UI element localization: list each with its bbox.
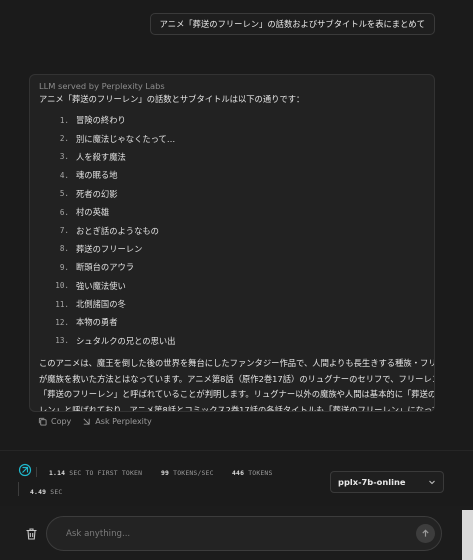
episode-title: 村の英雄 [76,207,110,218]
episode-item: 5. 死者の幻影 [39,185,425,203]
stat-separator [36,467,37,477]
summary-line: 「葬送のフリーレン」と呼ばれていることが判明します。リュグナー以外の魔族や人間は… [39,389,435,400]
model-select-value: pplx-7b-online [338,477,406,487]
episode-item: 9. 断頭台のアウラ [39,258,425,276]
episode-title: 魂の眠る地 [76,170,118,181]
episode-item: 8. 葬送のフリーレン [39,240,425,258]
stat-tokens-per-sec: 99 TOKENS/SEC [161,469,214,477]
episode-title: 本物の勇者 [76,317,118,328]
chevron-down-icon [429,480,435,485]
stat-value: 4.49 [30,488,47,496]
episode-item: 7. おとぎ話のようなもの [39,221,425,239]
episode-number: 13. [55,336,69,346]
episode-title: 死者の幻影 [76,188,118,199]
episode-number: 1. [59,115,69,125]
ask-perplexity-button[interactable]: Ask Perplexity [82,417,152,426]
episode-number: 7. [59,226,69,236]
stat-label: TOKENS [248,469,273,477]
copy-label: Copy [51,417,72,426]
episode-number: 5. [59,189,69,199]
divider [0,450,473,451]
stat-label: TOKENS/SEC [173,469,214,477]
episode-title: 断頭台のアウラ [76,262,135,273]
episode-title: おとぎ話のようなもの [76,225,159,236]
episode-title: 葬送のフリーレン [76,243,143,254]
answer-actions: Copy Ask Perplexity [38,417,152,426]
episode-number: 12. [55,317,69,327]
episode-list: 1. 冒険の終わり 2. 別に魔法じゃなくたって… 3. 人を殺す魔法 4. 魂の眠る地 5. 死… [39,111,425,350]
episode-number: 3. [59,152,69,162]
ask-input[interactable] [66,528,386,539]
composer-input-box [46,516,442,551]
answer-intro: アニメ「葬送のフリーレン」の話数とサブタイトルは以下の通りです： [39,94,305,104]
episode-item: 3. 人を殺す魔法 [39,148,425,166]
episode-title: シュタルクの兄との思い出 [76,335,176,346]
episode-item: 4. 魂の眠る地 [39,166,425,184]
stat-tokens: 446 TOKENS [232,469,273,477]
episode-item: 6. 村の英雄 [39,203,425,221]
trash-icon[interactable] [25,527,38,541]
stat-label: SEC [50,488,63,496]
assistant-answer: LLM served by Perplexity Labs アニメ「葬送のフリー… [29,74,435,412]
summary-line: が魔族を救いた方法とはなっています。アニメ第8話（原作2巻17話）のリュグナーの… [39,373,435,384]
episode-item: 13. シュタルクの兄との思い出 [39,332,425,350]
arrow-up-icon [422,529,429,537]
served-by-label: LLM served by Perplexity Labs [39,81,165,91]
scrollbar[interactable] [462,510,473,560]
episode-title: 冒険の終わり [76,115,126,126]
user-message: アニメ「葬送のフリーレン」の話数およびサブタイトルを表にまとめて [149,13,435,35]
episode-number: 9. [59,262,69,272]
summary-line: レン」と呼ばれており、アニメ第8話とコミックス2巻17話の各話タイトルも「葬送の… [39,404,435,412]
ask-perplexity-icon [83,418,90,425]
copy-icon [38,417,47,426]
user-message-text: アニメ「葬送のフリーレン」の話数およびサブタイトルを表にまとめて [159,19,425,29]
episode-title: 別に魔法じゃなくたって… [76,133,176,144]
model-select[interactable]: pplx-7b-online [330,471,444,493]
episode-number: 10. [55,281,69,291]
stat-total-time: 4.49 SEC [30,488,62,496]
send-button[interactable] [416,524,435,543]
stat-value: 446 [232,469,245,477]
episode-number: 6. [59,207,69,217]
copy-button[interactable]: Copy [38,417,71,426]
episode-item: 10. 強い魔法使い [39,277,425,295]
episode-title: 強い魔法使い [76,280,126,291]
summary-line: このアニメは、魔王を倒した後の世界を舞台にしたファンタジー作品で、人間よりも長生… [39,358,435,369]
stat-value: 1.14 [49,469,66,477]
ask-perplexity-label: Ask Perplexity [95,417,152,426]
stat-first-token: 1.14 SEC TO FIRST TOKEN [49,469,142,477]
episode-number: 2. [59,134,69,144]
episode-title: 人を殺す魔法 [76,151,126,162]
perplexity-logo-icon [18,463,32,477]
episode-number: 8. [59,244,69,254]
episode-item: 11. 北側諸国の冬 [39,295,425,313]
episode-number: 11. [55,299,69,309]
stat-separator [18,482,19,496]
episode-item: 2. 別に魔法じゃなくたって… [39,129,425,147]
episode-title: 北側諸国の冬 [76,299,126,310]
episode-number: 4. [59,170,69,180]
episode-item: 1. 冒険の終わり [39,111,425,129]
episode-item: 12. 本物の勇者 [39,313,425,331]
stat-label: SEC TO FIRST TOKEN [69,469,143,477]
stat-value: 99 [161,469,170,477]
answer-summary: このアニメは、魔王を倒した後の世界を舞台にしたファンタジー作品で、人間よりも長生… [39,356,435,412]
